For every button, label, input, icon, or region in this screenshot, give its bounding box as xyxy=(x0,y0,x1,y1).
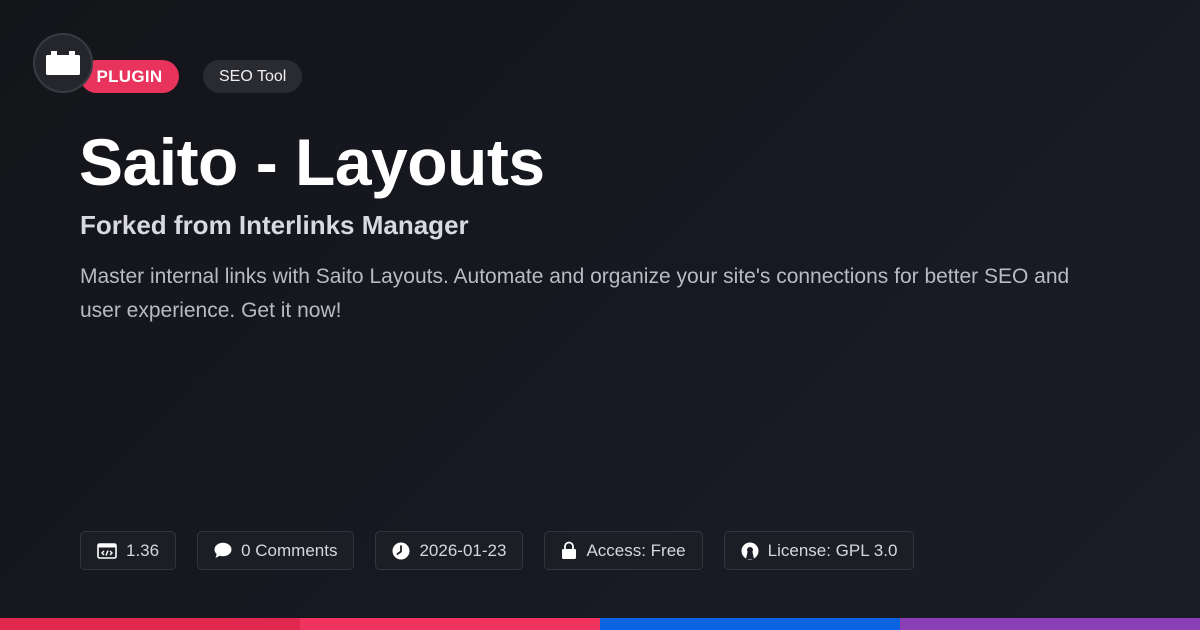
bar-segment-4 xyxy=(900,618,1200,630)
plugin-block-icon xyxy=(46,51,80,75)
tag-list: PLUGIN SEO Tool xyxy=(80,60,303,93)
license-text: License: GPL 3.0 xyxy=(767,540,898,560)
clock-icon xyxy=(392,542,410,559)
lock-icon xyxy=(562,541,577,559)
date-text: 2026-01-23 xyxy=(419,540,507,560)
comments-text: 0 Comments xyxy=(241,540,338,560)
logo xyxy=(33,33,93,93)
bottom-color-bar xyxy=(0,618,1200,630)
comments-chip[interactable]: 0 Comments xyxy=(197,531,355,570)
bar-segment-2 xyxy=(300,618,600,630)
page-subtitle: Forked from Interlinks Manager xyxy=(80,210,469,240)
bar-segment-1 xyxy=(0,618,300,630)
tag-seo-tool[interactable]: SEO Tool xyxy=(203,60,303,93)
open-source-icon xyxy=(741,542,759,559)
code-icon xyxy=(97,542,117,559)
bar-segment-3 xyxy=(600,618,900,630)
access-chip: Access: Free xyxy=(544,531,703,570)
version-text: 1.36 xyxy=(126,540,160,560)
tag-plugin[interactable]: PLUGIN xyxy=(80,60,179,93)
page-description: Master internal links with Saito Layouts… xyxy=(80,265,1070,322)
page-title: Saito - Layouts xyxy=(79,125,545,199)
comment-icon xyxy=(214,542,232,558)
version-chip: 1.36 xyxy=(80,531,177,570)
meta-bar: 1.36 0 Comments 2026-01-23 Access: Free … xyxy=(80,531,915,570)
license-chip: License: GPL 3.0 xyxy=(723,531,915,570)
access-text: Access: Free xyxy=(586,540,686,560)
date-chip: 2026-01-23 xyxy=(375,531,524,570)
